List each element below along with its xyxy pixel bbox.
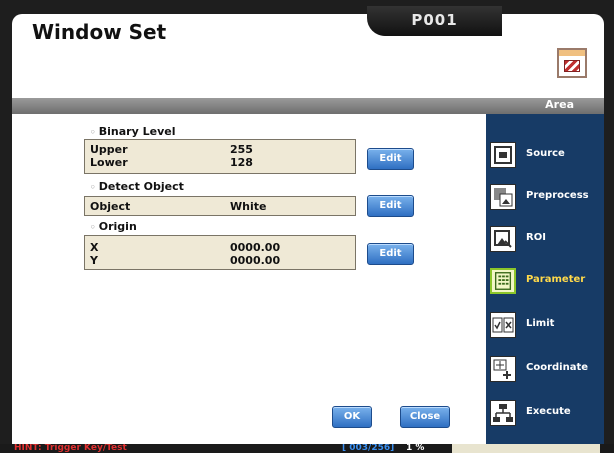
x-key: X (90, 241, 99, 254)
sidebar-item-roi[interactable]: ROI (486, 222, 604, 262)
program-counter: [ 003/256] (342, 444, 395, 453)
program-number: P001 (411, 11, 458, 29)
sidebar-item-label: ROI (526, 232, 546, 243)
window-icon[interactable] (557, 48, 587, 78)
detect-object-box: Object White (84, 196, 356, 216)
status-bar: HINT: Trigger Key/Test [ 003/256] 1 % (0, 444, 614, 453)
execute-icon (490, 400, 516, 426)
window-icon-area (564, 60, 580, 72)
upper-value: 255 (230, 143, 253, 156)
detect-object-edit-button[interactable]: Edit (367, 195, 414, 217)
sidebar-item-limit[interactable]: Limit (486, 308, 604, 348)
status-message-box (452, 444, 600, 453)
binary-level-box: Upper 255 Lower 128 (84, 139, 356, 174)
usage-percent: 1 % (406, 444, 425, 453)
sidebar-item-label: Limit (526, 318, 555, 329)
binary-level-edit-button[interactable]: Edit (367, 148, 414, 170)
parameter-icon (490, 268, 516, 294)
roi-icon (490, 226, 516, 252)
sidebar-item-label: Preprocess (526, 190, 589, 201)
binary-level-label: Binary Level (90, 125, 176, 138)
detect-object-label: Detect Object (90, 180, 184, 193)
sidebar-item-preprocess[interactable]: Preprocess (486, 180, 604, 220)
sidebar-item-label: Coordinate (526, 362, 589, 373)
strip-label: Area (545, 98, 574, 111)
sidebar: Source Preprocess ROI Parameter Limit Co… (486, 114, 604, 444)
upper-key: Upper (90, 143, 128, 156)
origin-edit-button[interactable]: Edit (367, 243, 414, 265)
y-key: Y (90, 254, 98, 267)
sidebar-item-label: Execute (526, 406, 571, 417)
limit-icon (490, 312, 516, 338)
sidebar-item-source[interactable]: Source (486, 138, 604, 178)
origin-label: Origin (90, 220, 137, 233)
coordinate-icon (490, 356, 516, 382)
sidebar-item-label: Parameter (526, 274, 586, 285)
window-header: Window Set P001 (12, 6, 604, 98)
lower-value: 128 (230, 156, 253, 169)
sidebar-item-execute[interactable]: Execute (486, 396, 604, 436)
lower-key: Lower (90, 156, 128, 169)
hint-text: HINT: Trigger Key/Test (14, 444, 127, 453)
y-value: 0000.00 (230, 254, 281, 267)
object-value: White (230, 200, 267, 213)
window-title: Window Set (32, 20, 167, 44)
sidebar-item-coordinate[interactable]: Coordinate (486, 352, 604, 392)
object-key: Object (90, 200, 131, 213)
ok-button[interactable]: OK (332, 406, 372, 428)
section-strip: Area (12, 98, 604, 114)
origin-box: X 0000.00 Y 0000.00 (84, 235, 356, 270)
sidebar-item-label: Source (526, 148, 565, 159)
x-value: 0000.00 (230, 241, 281, 254)
program-tab: P001 (367, 6, 502, 36)
preprocess-icon (490, 184, 516, 210)
close-button[interactable]: Close (400, 406, 450, 428)
application-frame: Window Set P001 Area Binary Level Upper … (0, 0, 614, 453)
window-icon-titlebar (559, 50, 585, 56)
parameter-panel: Binary Level Upper 255 Lower 128 Edit De… (12, 114, 486, 444)
source-icon (490, 142, 516, 168)
sidebar-item-parameter[interactable]: Parameter (486, 264, 604, 304)
